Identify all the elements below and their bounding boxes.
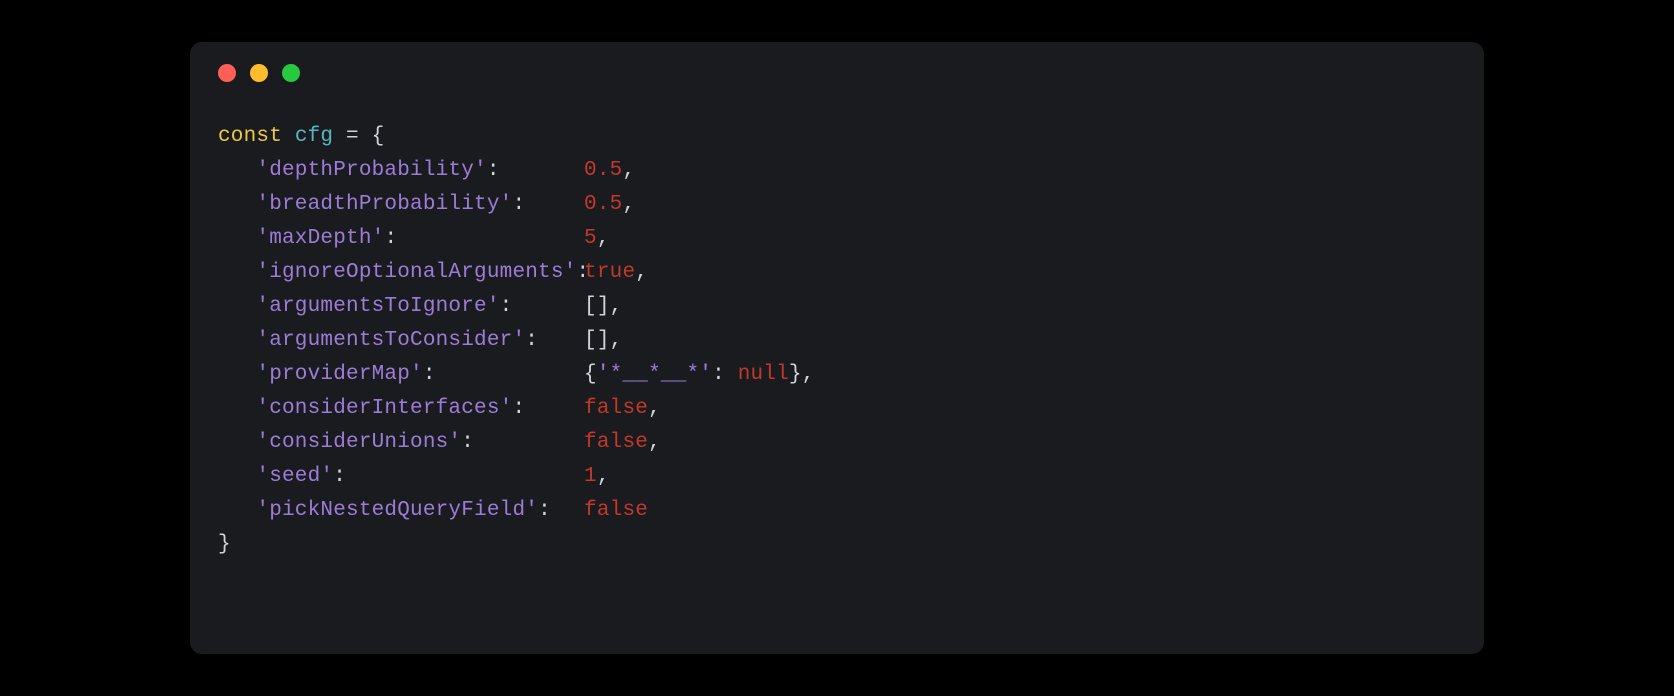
code-line: 'ignoreOptionalArguments':true, [218, 256, 1484, 290]
zoom-icon[interactable] [282, 64, 300, 82]
object-key: 'ignoreOptionalArguments' [256, 261, 576, 284]
value-literal: true [584, 261, 635, 284]
object-key: '*__*__*' [597, 363, 712, 386]
colon: : [712, 363, 738, 386]
minimize-icon[interactable] [250, 64, 268, 82]
colon: : [384, 227, 397, 250]
identifier-cfg: cfg [295, 125, 333, 148]
value-literal: 0.5 [584, 193, 622, 216]
colon: : [500, 295, 513, 318]
object-key: 'argumentsToIgnore' [256, 295, 499, 318]
value-literal: 5 [584, 227, 597, 250]
comma: , [610, 295, 623, 318]
comma: , [648, 431, 661, 454]
code-line: 'providerMap': {'*__*__*': null}, [218, 358, 1484, 392]
code-line: 'breadthProbability': 0.5, [218, 188, 1484, 222]
comma: , [648, 397, 661, 420]
code-line: 'considerInterfaces': false, [218, 392, 1484, 426]
brace-open: = { [333, 125, 384, 148]
object-key: 'providerMap' [256, 363, 422, 386]
code-line: 'maxDepth': 5, [218, 222, 1484, 256]
brace-close: }, [789, 363, 815, 386]
colon: : [333, 465, 346, 488]
colon: : [461, 431, 474, 454]
object-key: 'pickNestedQueryField' [256, 499, 538, 522]
object-key: 'seed' [256, 465, 333, 488]
object-key: 'depthProbability' [256, 159, 486, 182]
colon: : [423, 363, 436, 386]
window-traffic-lights [190, 64, 1484, 120]
object-key: 'considerUnions' [256, 431, 461, 454]
code-line: 'considerUnions': false, [218, 426, 1484, 460]
close-icon[interactable] [218, 64, 236, 82]
comma: , [622, 193, 635, 216]
value-literal: false [584, 397, 648, 420]
brace-close: } [218, 533, 231, 556]
code-line: 'argumentsToConsider': [], [218, 324, 1484, 358]
code-line: const cfg = { [218, 120, 1484, 154]
value-literal: false [584, 431, 648, 454]
value-literal: 0.5 [584, 159, 622, 182]
colon: : [512, 397, 525, 420]
code-line: 'depthProbability': 0.5, [218, 154, 1484, 188]
value-literal: 1 [584, 465, 597, 488]
value-literal: [] [584, 295, 610, 318]
code-block: const cfg = { 'depthProbability': 0.5, 'b… [190, 120, 1484, 562]
value-literal: false [584, 499, 648, 522]
code-line: 'argumentsToIgnore': [], [218, 290, 1484, 324]
object-key: 'breadthProbability' [256, 193, 512, 216]
comma: , [597, 465, 610, 488]
colon: : [525, 329, 538, 352]
comma: , [622, 159, 635, 182]
keyword-const: const [218, 125, 282, 148]
colon: : [487, 159, 500, 182]
null-literal: null [738, 363, 789, 386]
object-key: 'maxDepth' [256, 227, 384, 250]
value-literal: [] [584, 329, 610, 352]
colon: : [512, 193, 525, 216]
comma: , [635, 261, 648, 284]
code-line: 'pickNestedQueryField': false [218, 494, 1484, 528]
comma: , [597, 227, 610, 250]
object-key: 'argumentsToConsider' [256, 329, 525, 352]
brace-open: { [584, 363, 597, 386]
comma: , [610, 329, 623, 352]
code-line: } [218, 528, 1484, 562]
code-window: const cfg = { 'depthProbability': 0.5, 'b… [190, 42, 1484, 654]
colon: : [538, 499, 551, 522]
object-key: 'considerInterfaces' [256, 397, 512, 420]
code-line: 'seed': 1, [218, 460, 1484, 494]
